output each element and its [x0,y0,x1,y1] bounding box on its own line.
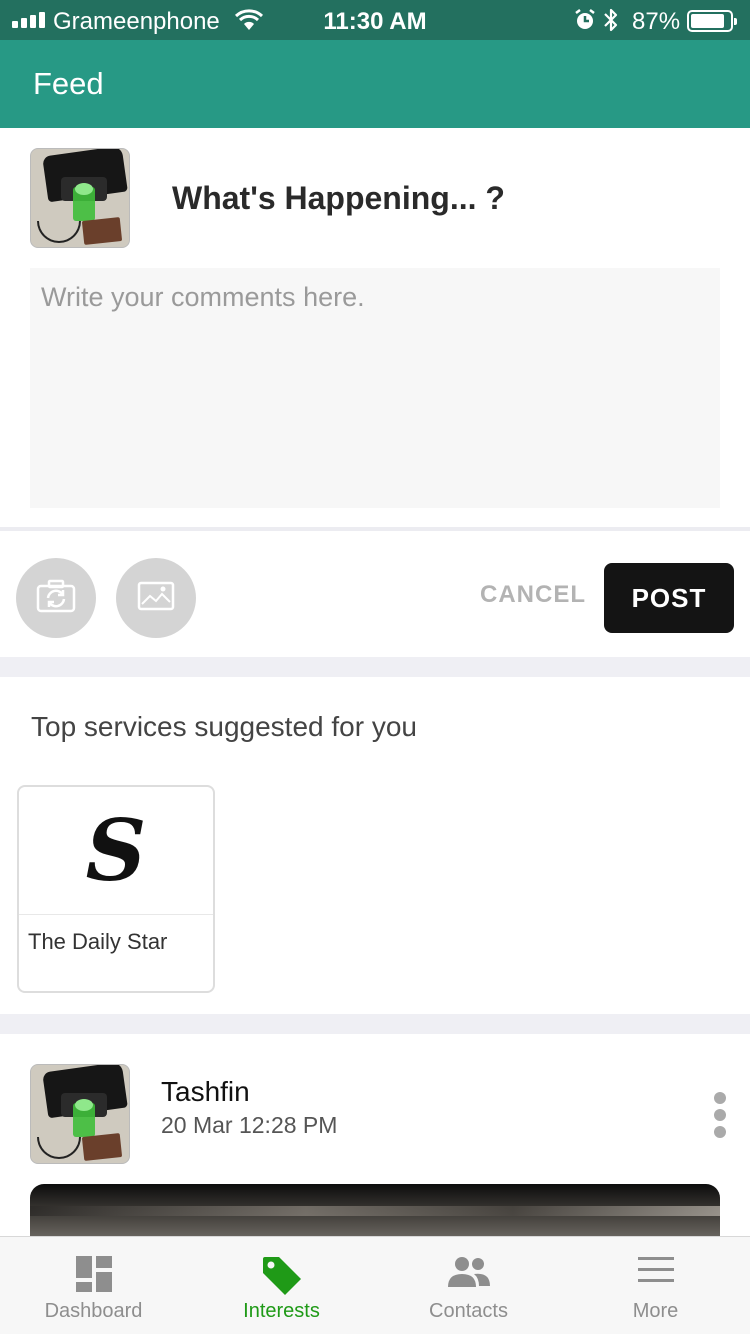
section-divider [0,657,750,677]
composer-prompt: What's Happening... ? [172,180,505,216]
feed-post: Tashfin 20 Mar 12:28 PM [0,1034,750,1244]
tab-interests[interactable]: Interests [188,1237,375,1334]
tab-more[interactable]: More [562,1237,749,1334]
tab-label: More [632,1300,679,1322]
post-composer: What's Happening... ? [0,128,750,528]
comment-input[interactable] [30,268,720,508]
suggestions-heading: Top services suggested for you [31,711,417,742]
user-avatar[interactable] [30,148,130,248]
tag-icon [188,1255,375,1295]
tab-label: Dashboard [44,1300,143,1322]
gallery-button[interactable] [116,558,196,638]
post-image[interactable] [30,1184,720,1244]
post-date: 20 Mar 12:28 PM [161,1112,338,1138]
tab-contacts[interactable]: Contacts [375,1237,562,1334]
camera-button[interactable] [16,558,96,638]
tab-bar: Dashboard Interests Contacts More [0,1236,750,1334]
post-author[interactable]: Tashfin [161,1076,250,1108]
more-options-icon[interactable] [706,1092,734,1138]
battery-icon [687,10,737,32]
post-author-avatar[interactable] [30,1064,130,1164]
suggested-services: Top services suggested for you S The Dai… [0,677,750,1013]
tab-label: Contacts [429,1300,508,1322]
tab-label: Interests [243,1300,320,1322]
alarm-icon [574,8,596,39]
menu-icon [562,1255,749,1295]
service-logo: S [19,787,213,915]
section-divider [0,1014,750,1034]
battery-percent: 87% [632,8,681,35]
page-title: Feed [33,66,104,101]
tab-dashboard[interactable]: Dashboard [0,1237,187,1334]
post-button[interactable]: POST [604,563,734,633]
composer-actions: CANCEL POST [0,531,750,657]
dashboard-icon [0,1255,187,1295]
service-name: The Daily Star [28,929,168,954]
cancel-button[interactable]: CANCEL [470,581,596,609]
bluetooth-icon [602,6,620,41]
contacts-icon [375,1255,562,1295]
app-header: Feed [0,40,750,128]
status-bar: Grameenphone 11:30 AM 87% [0,0,750,40]
service-card[interactable]: S The Daily Star [17,785,215,993]
camera-switch-icon [36,579,76,618]
image-icon [137,581,175,616]
